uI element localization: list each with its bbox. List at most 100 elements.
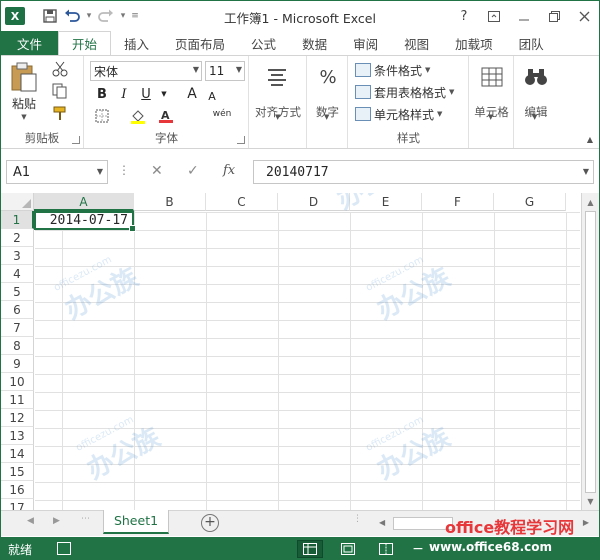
- scroll-left-icon[interactable]: ◀: [379, 518, 385, 527]
- sheet-tab-sheet1[interactable]: Sheet1: [103, 510, 169, 534]
- page-break-view-icon[interactable]: [373, 540, 399, 558]
- cell-area[interactable]: [35, 212, 580, 510]
- ribbon-display-icon[interactable]: [479, 1, 509, 31]
- font-launcher-icon[interactable]: [237, 136, 245, 144]
- macro-record-icon[interactable]: [57, 542, 71, 555]
- close-icon[interactable]: [569, 1, 599, 31]
- row-header[interactable]: 3: [1, 247, 34, 265]
- page-layout-view-icon[interactable]: [335, 540, 361, 558]
- editing-dropdown-icon[interactable]: ▼: [532, 112, 537, 122]
- sheet-next-icon[interactable]: ▶: [53, 516, 60, 526]
- sheet-prev-icon[interactable]: ◀: [27, 516, 34, 526]
- formula-bar-grip-icon[interactable]: ⋮: [118, 163, 130, 177]
- row-header[interactable]: 14: [1, 445, 34, 463]
- fill-color-icon[interactable]: [129, 107, 147, 125]
- tab-team[interactable]: 团队: [506, 31, 557, 55]
- cut-icon[interactable]: [51, 60, 69, 78]
- border-icon[interactable]: [93, 107, 111, 125]
- number-format-button[interactable]: %: [313, 62, 343, 95]
- save-icon[interactable]: [39, 5, 61, 27]
- cancel-icon[interactable]: ✕: [151, 163, 163, 179]
- column-header-e[interactable]: E: [350, 193, 422, 211]
- row-header[interactable]: 17: [1, 499, 34, 510]
- row-header[interactable]: 6: [1, 301, 34, 319]
- cells-button[interactable]: [477, 62, 507, 95]
- copy-icon[interactable]: [51, 82, 69, 100]
- scroll-down-icon[interactable]: ▼: [582, 493, 599, 509]
- redo-icon[interactable]: [95, 5, 117, 27]
- restore-icon[interactable]: [539, 1, 569, 31]
- alignment-dropdown-icon[interactable]: ▼: [275, 112, 280, 122]
- zoom-out-icon[interactable]: −: [405, 540, 431, 558]
- format-as-table-button[interactable]: 套用表格格式 ▼: [355, 82, 454, 102]
- help-icon[interactable]: ?: [449, 1, 479, 31]
- font-name-select[interactable]: 宋体 ▼: [90, 61, 202, 81]
- selected-cell-a1[interactable]: 2014-07-17: [34, 211, 136, 232]
- row-header[interactable]: 9: [1, 355, 34, 373]
- underline-button[interactable]: U: [137, 85, 155, 103]
- vertical-scrollbar[interactable]: ▲ ▼: [581, 193, 599, 510]
- row-header[interactable]: 10: [1, 373, 34, 391]
- customize-icon[interactable]: ≡: [129, 11, 141, 21]
- shrink-font-button[interactable]: A: [203, 87, 221, 105]
- row-header[interactable]: 1: [1, 211, 34, 229]
- phonetic-guide-button[interactable]: wén: [213, 105, 232, 123]
- row-header[interactable]: 13: [1, 427, 34, 445]
- row-header[interactable]: 4: [1, 265, 34, 283]
- vertical-scroll-thumb[interactable]: [585, 211, 596, 493]
- row-header[interactable]: 2: [1, 229, 34, 247]
- worksheet-grid[interactable]: A B C D E F G 1 2 3 4 5 6 7 8 9 10 11 12…: [1, 193, 599, 510]
- cells-dropdown-icon[interactable]: ▼: [488, 112, 493, 122]
- column-header-c[interactable]: C: [206, 193, 278, 211]
- tab-review[interactable]: 审阅: [340, 31, 391, 55]
- select-all-button[interactable]: [1, 193, 34, 211]
- conditional-format-button[interactable]: 条件格式 ▼: [355, 60, 430, 80]
- column-header-f[interactable]: F: [422, 193, 494, 211]
- alignment-button[interactable]: [262, 62, 292, 95]
- paste-dropdown-icon[interactable]: ▼: [21, 112, 26, 122]
- insert-function-icon[interactable]: fx: [223, 163, 235, 178]
- cell-styles-button[interactable]: 单元格样式 ▼: [355, 104, 442, 124]
- column-header-g[interactable]: G: [494, 193, 566, 211]
- bold-button[interactable]: B: [93, 85, 111, 103]
- row-header[interactable]: 8: [1, 337, 34, 355]
- clipboard-launcher-icon[interactable]: [72, 136, 80, 144]
- underline-dropdown-icon[interactable]: ▼: [155, 85, 173, 103]
- scroll-up-icon[interactable]: ▲: [582, 194, 599, 210]
- undo-dropdown-icon[interactable]: ▾: [83, 11, 95, 21]
- scroll-split-icon[interactable]: ⋮: [353, 514, 362, 524]
- undo-icon[interactable]: [61, 5, 83, 27]
- enter-icon[interactable]: ✓: [187, 163, 199, 179]
- redo-dropdown-icon[interactable]: ▾: [117, 11, 129, 21]
- row-header[interactable]: 5: [1, 283, 34, 301]
- tab-view[interactable]: 视图: [391, 31, 442, 55]
- scroll-right-icon[interactable]: ▶: [583, 518, 589, 527]
- tab-formulas[interactable]: 公式: [238, 31, 289, 55]
- tab-data[interactable]: 数据: [289, 31, 340, 55]
- add-sheet-icon[interactable]: +: [201, 514, 219, 532]
- grow-font-button[interactable]: A: [183, 85, 201, 103]
- column-header-b[interactable]: B: [134, 193, 206, 211]
- row-header[interactable]: 15: [1, 463, 34, 481]
- row-header[interactable]: 12: [1, 409, 34, 427]
- tab-page-layout[interactable]: 页面布局: [162, 31, 238, 55]
- column-header-a[interactable]: A: [34, 193, 134, 211]
- tab-insert[interactable]: 插入: [111, 31, 162, 55]
- tab-addins[interactable]: 加载项: [442, 31, 506, 55]
- italic-button[interactable]: I: [115, 85, 133, 103]
- formula-input[interactable]: 20140717 ▼: [253, 160, 594, 184]
- column-header-d[interactable]: D: [278, 193, 350, 211]
- row-header[interactable]: 16: [1, 481, 34, 499]
- row-header[interactable]: 7: [1, 319, 34, 337]
- minimize-icon[interactable]: [509, 1, 539, 31]
- horizontal-scroll-thumb[interactable]: [393, 517, 453, 530]
- tab-file[interactable]: 文件: [1, 31, 58, 55]
- name-box[interactable]: A1 ▼: [6, 160, 108, 184]
- editing-button[interactable]: [521, 62, 551, 95]
- paste-button[interactable]: 粘贴 ▼: [9, 62, 39, 122]
- row-header[interactable]: 11: [1, 391, 34, 409]
- tab-home[interactable]: 开始: [58, 31, 112, 56]
- normal-view-icon[interactable]: [297, 540, 323, 558]
- collapse-ribbon-icon[interactable]: ▲: [587, 135, 593, 144]
- number-dropdown-icon[interactable]: ▼: [324, 112, 329, 122]
